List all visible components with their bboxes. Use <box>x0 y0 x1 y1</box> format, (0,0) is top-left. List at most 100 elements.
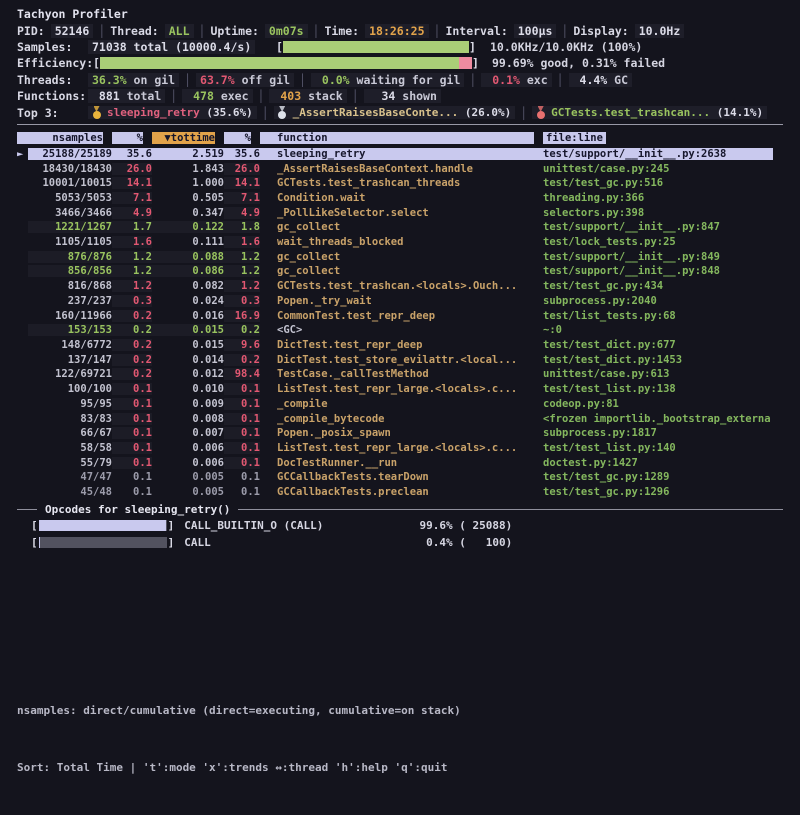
cumulative-pct-cell: 1.2 <box>224 251 260 263</box>
cumulative-pct-cell: 0.1 <box>224 383 260 395</box>
nsamples-cell: 876/876 <box>28 251 112 263</box>
tottime-cell: 0.005 <box>152 486 224 498</box>
table-row[interactable]: 58/580.10.0060.1ListTest.test_repr_large… <box>0 441 800 456</box>
table-header-row: nsamples % ▼tottime % function file:line <box>0 130 800 146</box>
table-row[interactable]: 153/1530.20.0150.2<GC>~:0 <box>0 323 800 338</box>
function-cell: _PollLikeSelector.select <box>260 207 543 219</box>
cumulative-pct-cell: 0.1 <box>224 398 260 410</box>
nsamples-cell: 66/67 <box>28 427 112 439</box>
cumulative-pct-cell: 0.2 <box>224 324 260 336</box>
function-cell: GCTests.test_trashcan.<locals>.Ouch... <box>260 280 543 292</box>
thread-value[interactable]: ALL <box>165 24 194 38</box>
column-header-function[interactable]: function <box>260 132 534 144</box>
column-header-file-line[interactable]: file:line <box>543 132 606 144</box>
table-row[interactable]: 100/1000.10.0100.1ListTest.test_repr_lar… <box>0 382 800 397</box>
table-row[interactable]: 816/8681.20.0821.2GCTests.test_trashcan.… <box>0 279 800 294</box>
cumulative-pct-cell: 4.9 <box>224 207 260 219</box>
samples-bar: [ ] <box>276 39 476 55</box>
table-row[interactable]: 137/1470.20.0140.2DictTest.test_store_ev… <box>0 352 800 367</box>
table-row[interactable]: 45/480.10.0050.1GCCallbackTests.preclean… <box>0 485 800 500</box>
direct-pct-cell: 0.1 <box>112 471 152 483</box>
uptime-label: Uptime: <box>210 24 258 38</box>
opcodes-panel: Opcodes for sleeping_retry() []CALL_BUIL… <box>0 502 800 551</box>
separator: │ <box>258 89 265 103</box>
file-line-cell: codeop.py:81 <box>543 398 773 410</box>
direct-pct-cell: 1.2 <box>112 265 152 277</box>
cumulative-pct-cell: 1.2 <box>224 280 260 292</box>
functions-total: 881 total <box>88 89 165 103</box>
column-header-cumulative-pct[interactable]: % <box>224 132 251 144</box>
file-line-cell: unittest/case.py:613 <box>543 368 773 380</box>
separator: │ <box>557 73 564 87</box>
cumulative-pct-cell: 0.1 <box>224 457 260 469</box>
tottime-cell: 1.843 <box>152 163 224 175</box>
samples-bar-fill <box>283 41 469 53</box>
table-row[interactable]: 55/790.10.0060.1DocTestRunner.__rundocte… <box>0 455 800 470</box>
table-row[interactable]: 160/119660.20.01616.9CommonTest.test_rep… <box>0 308 800 323</box>
tottime-cell: 0.016 <box>152 310 224 322</box>
cumulative-pct-cell: 0.1 <box>224 427 260 439</box>
table-row[interactable]: 3466/34664.90.3474.9_PollLikeSelector.se… <box>0 205 800 220</box>
tottime-cell: 0.005 <box>152 471 224 483</box>
direct-pct-cell: 0.1 <box>112 398 152 410</box>
status-line: PID:52146 │ Thread:ALL │ Uptime:0m07s │ … <box>17 22 783 38</box>
direct-pct-cell: 1.2 <box>112 251 152 263</box>
column-header-tottime-sorted[interactable]: ▼tottime <box>152 132 215 144</box>
tottime-cell: 0.006 <box>152 457 224 469</box>
table-row[interactable]: 66/670.10.0070.1Popen._posix_spawnsubpro… <box>0 426 800 441</box>
file-line-cell: test/test_gc.py:1289 <box>543 471 773 483</box>
file-line-cell: unittest/case.py:245 <box>543 163 773 175</box>
threads-off-gil: 63.7% off gil <box>196 73 294 87</box>
file-line-cell: test/test_dict.py:1453 <box>543 354 773 366</box>
cumulative-pct-cell: 0.1 <box>224 413 260 425</box>
tottime-cell: 0.010 <box>152 383 224 395</box>
opcode-bar-fill <box>39 520 166 531</box>
cumulative-pct-cell: 0.1 <box>224 471 260 483</box>
function-cell: sleeping_retry <box>260 148 543 160</box>
direct-pct-cell: 0.2 <box>112 339 152 351</box>
nsamples-cell: 83/83 <box>28 413 112 425</box>
file-line-cell: test/support/__init__.py:848 <box>543 265 773 277</box>
column-header-direct-pct[interactable]: % <box>112 132 143 144</box>
efficiency-bar: [ ] <box>93 55 479 71</box>
file-line-cell: test/support/__init__.py:849 <box>543 251 773 263</box>
file-line-cell: test/test_dict.py:677 <box>543 339 773 351</box>
tottime-cell: 0.012 <box>152 368 224 380</box>
column-header-nsamples[interactable]: nsamples <box>17 132 103 144</box>
table-row[interactable]: 148/67720.20.0159.6DictTest.test_repr_de… <box>0 338 800 353</box>
table-row[interactable]: 1105/11051.60.1111.6wait_threads_blocked… <box>0 235 800 250</box>
profile-table: nsamples % ▼tottime % function file:line… <box>0 130 800 499</box>
cumulative-pct-cell: 7.1 <box>224 192 260 204</box>
table-row[interactable]: 122/697210.20.01298.4TestCase._callTestM… <box>0 367 800 382</box>
nsamples-cell: 45/48 <box>28 486 112 498</box>
functions-line: Functions: 881 total │ 478 exec │ 403 st… <box>17 88 783 104</box>
samples-total: 71038 total (10000.4/s) <box>88 40 255 54</box>
table-row[interactable]: 5053/50537.10.5057.1Condition.waitthread… <box>0 191 800 206</box>
table-row[interactable]: 47/470.10.0050.1GCCallbackTests.tearDown… <box>0 470 800 485</box>
interval-value: 100µs <box>514 24 557 38</box>
table-row[interactable]: 95/950.10.0090.1_compilecodeop.py:81 <box>0 396 800 411</box>
file-line-cell: test/test_list.py:138 <box>543 383 773 395</box>
top3-item-1: sleeping_retry (35.6%) <box>88 106 257 119</box>
direct-pct-cell: 14.1 <box>112 177 152 189</box>
table-row[interactable]: 876/8761.20.0881.2gc_collecttest/support… <box>0 249 800 264</box>
opcode-row: []CALL0.4% ( 100) <box>0 534 800 551</box>
table-row[interactable]: 18430/1843026.01.84326.0_AssertRaisesBas… <box>0 161 800 176</box>
file-line-cell: subprocess.py:1817 <box>543 427 773 439</box>
table-row[interactable]: ►25188/2518935.62.51935.6sleeping_retryt… <box>0 147 800 162</box>
cumulative-pct-cell: 0.3 <box>224 295 260 307</box>
table-row[interactable]: 83/830.10.0080.1_compile_bytecode<frozen… <box>0 411 800 426</box>
table-row[interactable]: 237/2370.30.0240.3Popen._try_waitsubproc… <box>0 294 800 309</box>
display-value: 10.0Hz <box>635 24 685 38</box>
direct-pct-cell: 0.1 <box>112 427 152 439</box>
separator: │ <box>299 73 306 87</box>
file-line-cell: test/lock_tests.py:25 <box>543 236 773 248</box>
function-cell: _compile <box>260 398 543 410</box>
pid-label: PID: <box>17 24 45 38</box>
file-line-cell: test/test_gc.py:434 <box>543 280 773 292</box>
table-row[interactable]: 1221/12671.70.1221.8gc_collecttest/suppo… <box>0 220 800 235</box>
table-row[interactable]: 856/8561.20.0861.2gc_collecttest/support… <box>0 264 800 279</box>
nsamples-cell: 122/69721 <box>28 368 112 380</box>
table-row[interactable]: 10001/1001514.11.00014.1GCTests.test_tra… <box>0 176 800 191</box>
opcodes-body: []CALL_BUILTIN_O (CALL)99.6% ( 25088)[]C… <box>0 517 800 551</box>
